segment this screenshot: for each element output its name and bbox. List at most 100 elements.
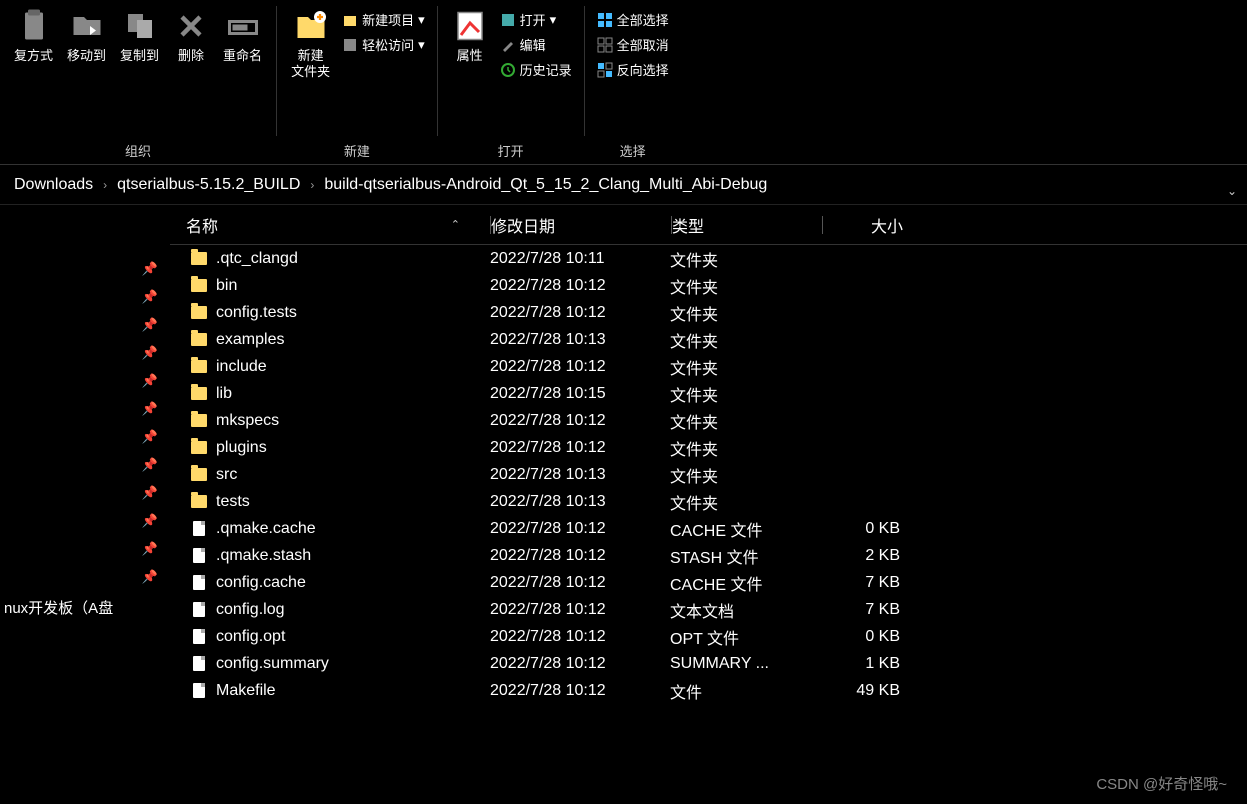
sidebar-item[interactable]: 📌 xyxy=(0,339,170,367)
file-name: mkspecs xyxy=(216,412,279,430)
file-icon xyxy=(190,655,208,673)
file-date: 2022/7/28 10:12 xyxy=(490,601,670,619)
pin-icon: 📌 xyxy=(142,429,158,445)
folder-icon xyxy=(190,331,208,349)
sidebar-item[interactable]: 📌 xyxy=(0,563,170,591)
chevron-down-icon: ▾ xyxy=(418,37,425,53)
file-name: .qmake.stash xyxy=(216,547,311,565)
ribbon-group-open-label: 打开 xyxy=(446,137,576,164)
file-icon xyxy=(190,520,208,538)
file-row[interactable]: config.tests2022/7/28 10:12文件夹 xyxy=(170,299,1247,326)
select-none-icon xyxy=(597,37,613,53)
file-name: plugins xyxy=(216,439,267,457)
file-type: CACHE 文件 xyxy=(670,517,820,541)
file-date: 2022/7/28 10:11 xyxy=(490,250,670,268)
ribbon-group-organize-label: 组织 xyxy=(8,137,268,164)
sidebar-item[interactable]: 📌 xyxy=(0,255,170,283)
file-row[interactable]: config.log2022/7/28 10:12文本文档7 KB xyxy=(170,596,1247,623)
file-row[interactable]: plugins 2022/7/28 10:12文件夹 xyxy=(170,434,1247,461)
select-all-button[interactable]: 全部选择 xyxy=(593,8,673,31)
file-date: 2022/7/28 10:12 xyxy=(490,547,670,565)
file-type: 文件夹 xyxy=(670,463,820,487)
history-button[interactable]: 历史记录 xyxy=(496,58,576,81)
copy-to-icon xyxy=(122,8,158,44)
file-row[interactable]: bin2022/7/28 10:12文件夹 xyxy=(170,272,1247,299)
breadcrumb-segment[interactable]: build-qtserialbus-Android_Qt_5_15_2_Clan… xyxy=(318,176,773,194)
file-row[interactable]: mkspecs2022/7/28 10:12文件夹 xyxy=(170,407,1247,434)
sidebar-item[interactable]: 📌 xyxy=(0,395,170,423)
file-date: 2022/7/28 10:12 xyxy=(490,412,670,430)
file-size: 7 KB xyxy=(820,601,920,619)
file-type: 文件夹 xyxy=(670,274,820,298)
pin-icon: 📌 xyxy=(142,317,158,333)
breadcrumb-segment[interactable]: qtserialbus-5.15.2_BUILD xyxy=(111,176,306,194)
column-header-type[interactable]: 类型 xyxy=(672,213,822,237)
sidebar: 📌 📌 📌 📌 📌 📌 📌 📌 📌 📌 📌 📌 nux开发板（A盘 xyxy=(0,205,170,804)
breadcrumb-segment[interactable]: Downloads xyxy=(8,176,99,194)
file-icon xyxy=(190,574,208,592)
sidebar-item[interactable]: 📌 xyxy=(0,311,170,339)
move-to-button[interactable]: 移动到 xyxy=(61,4,112,68)
easy-access-button[interactable]: 轻松访问 ▾ xyxy=(338,33,429,56)
sidebar-item[interactable]: 📌 xyxy=(0,451,170,479)
folder-icon xyxy=(190,439,208,457)
sort-indicator-icon: ⌃ xyxy=(451,218,490,231)
select-none-button[interactable]: 全部取消 xyxy=(593,33,673,56)
file-row[interactable]: .qmake.cache2022/7/28 10:12CACHE 文件0 KB xyxy=(170,515,1247,542)
file-row[interactable]: Makefile2022/7/28 10:12文件49 KB xyxy=(170,677,1247,704)
delete-button[interactable]: 删除 xyxy=(167,4,215,68)
file-name: include xyxy=(216,358,267,376)
file-row[interactable]: src2022/7/28 10:13文件夹 xyxy=(170,461,1247,488)
rename-icon xyxy=(225,8,261,44)
paste-mode-button[interactable]: 复方式 xyxy=(8,4,59,68)
file-type: CACHE 文件 xyxy=(670,571,820,595)
sidebar-item[interactable]: 📌 xyxy=(0,507,170,535)
invert-selection-button[interactable]: 反向选择 xyxy=(593,58,673,81)
open-icon xyxy=(500,12,516,28)
delete-icon xyxy=(173,8,209,44)
new-item-button[interactable]: 新建项目 ▾ xyxy=(338,8,429,31)
file-name: bin xyxy=(216,277,237,295)
file-icon xyxy=(190,547,208,565)
file-row[interactable]: examples2022/7/28 10:13文件夹 xyxy=(170,326,1247,353)
sidebar-item[interactable]: 📌 xyxy=(0,479,170,507)
column-header-date[interactable]: 修改日期 xyxy=(491,213,671,237)
file-date: 2022/7/28 10:12 xyxy=(490,439,670,457)
copy-to-button[interactable]: 复制到 xyxy=(114,4,165,68)
file-type: 文件夹 xyxy=(670,436,820,460)
file-name: .qtc_clangd xyxy=(216,250,298,268)
sidebar-item[interactable]: 📌 xyxy=(0,367,170,395)
folder-icon xyxy=(190,466,208,484)
address-bar[interactable]: Downloads › qtserialbus-5.15.2_BUILD › b… xyxy=(0,165,1247,205)
column-header-name[interactable]: 名称 ⌃ xyxy=(170,213,490,237)
sidebar-item-visible[interactable]: nux开发板（A盘 xyxy=(0,591,170,624)
file-row[interactable]: config.summary2022/7/28 10:12SUMMARY ...… xyxy=(170,650,1247,677)
file-name: Makefile xyxy=(216,682,276,700)
edit-button[interactable]: 编辑 xyxy=(496,33,576,56)
pin-icon: 📌 xyxy=(142,373,158,389)
sidebar-item[interactable]: 📌 xyxy=(0,423,170,451)
new-folder-button[interactable]: 新建 文件夹 xyxy=(285,4,336,83)
open-button[interactable]: 打开 ▾ xyxy=(496,8,576,31)
rename-button[interactable]: 重命名 xyxy=(217,4,268,68)
file-row[interactable]: .qtc_clangd2022/7/28 10:11文件夹 xyxy=(170,245,1247,272)
file-row[interactable]: include2022/7/28 10:12文件夹 xyxy=(170,353,1247,380)
properties-button[interactable]: 属性 xyxy=(446,4,494,68)
pin-icon: 📌 xyxy=(142,513,158,529)
address-dropdown-icon[interactable]: ⌄ xyxy=(1227,184,1237,198)
file-type: OPT 文件 xyxy=(670,625,820,649)
file-row[interactable]: config.opt2022/7/28 10:12OPT 文件0 KB xyxy=(170,623,1247,650)
properties-icon xyxy=(452,8,488,44)
sidebar-item[interactable]: 📌 xyxy=(0,283,170,311)
ribbon-group-select: 全部选择 全部取消 反向选择 选择 xyxy=(585,0,681,164)
file-row[interactable]: tests2022/7/28 10:13文件夹 xyxy=(170,488,1247,515)
edit-icon xyxy=(500,37,516,53)
file-name: config.tests xyxy=(216,304,297,322)
folder-icon xyxy=(190,304,208,322)
file-row[interactable]: .qmake.stash2022/7/28 10:12STASH 文件2 KB xyxy=(170,542,1247,569)
sidebar-item[interactable]: 📌 xyxy=(0,535,170,563)
file-date: 2022/7/28 10:12 xyxy=(490,520,670,538)
file-row[interactable]: lib2022/7/28 10:15文件夹 xyxy=(170,380,1247,407)
column-header-size[interactable]: 大小 xyxy=(823,213,923,237)
file-row[interactable]: config.cache2022/7/28 10:12CACHE 文件7 KB xyxy=(170,569,1247,596)
